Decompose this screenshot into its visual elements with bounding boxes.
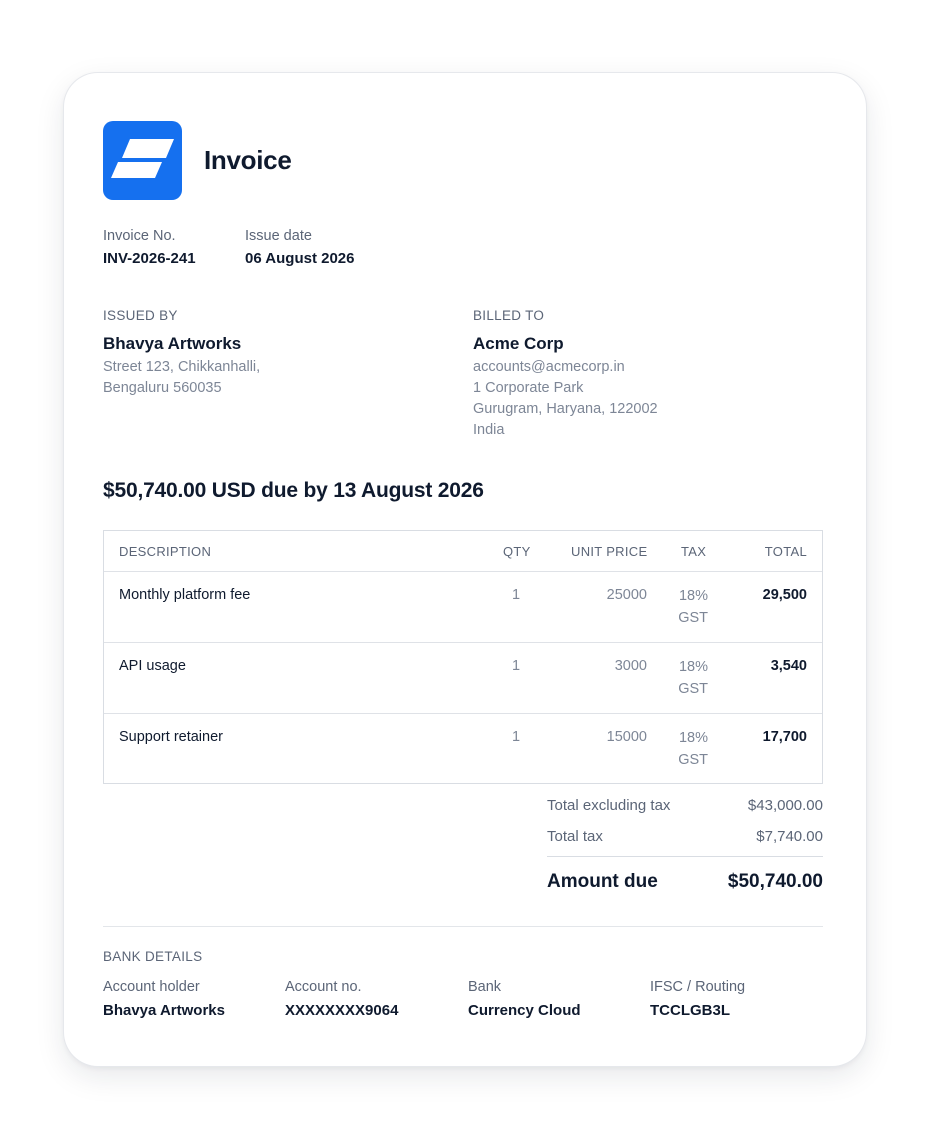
issue-date-label: Issue date: [245, 228, 312, 244]
column-header-unit-price: UNIT PRICE: [571, 544, 648, 559]
line-items-table: DESCRIPTION QTY UNIT PRICE TAX TOTAL Mon…: [103, 530, 823, 784]
issuer-address-line: Street 123, Chikkanhalli,: [103, 359, 261, 375]
table-divider: [104, 642, 822, 643]
account-no-value: XXXXXXXX9064: [285, 1002, 399, 1019]
column-header-tax: TAX: [681, 544, 707, 559]
brand-logo-icon: [103, 121, 182, 200]
client-address-line: 1 Corporate Park: [473, 380, 584, 396]
amount-due-label: Amount due: [547, 871, 658, 892]
summary-divider: [547, 856, 823, 857]
page-title: Invoice: [204, 145, 292, 175]
total-tax-value: $7,740.00: [756, 828, 823, 845]
row-qty: 1: [512, 658, 521, 674]
billed-to-label: BILLED TO: [473, 308, 545, 323]
brand-logo-glyph: [111, 139, 174, 178]
column-header-description: DESCRIPTION: [119, 544, 212, 559]
row-qty: 1: [512, 729, 521, 745]
routing-label: IFSC / Routing: [650, 979, 746, 995]
invoice-card: Invoice Invoice No. INV-2026-241 Issue d…: [64, 73, 866, 1066]
account-no-label: Account no.: [285, 979, 362, 995]
row-unit-price: 3000: [614, 658, 647, 674]
row-unit-price: 15000: [606, 729, 647, 745]
subtotal-label: Total excluding tax: [547, 797, 671, 814]
bank-section-divider: [103, 926, 823, 927]
table-divider: [104, 713, 822, 714]
routing-value: TCCLGB3L: [650, 1002, 730, 1019]
row-tax-rate: 18%: [678, 588, 708, 604]
row-unit-price: 25000: [606, 587, 647, 603]
issued-by-label: ISSUED BY: [103, 308, 178, 323]
client-address-line: Gurugram, Haryana, 122002: [473, 401, 658, 417]
issuer-address-line: Bengaluru 560035: [103, 380, 222, 396]
bank-details-label: BANK DETAILS: [103, 949, 203, 964]
client-address-line: India: [473, 422, 505, 438]
issuer-name: Bhavya Artworks: [103, 334, 242, 353]
row-tax-rate: 18%: [678, 730, 708, 746]
row-description: Monthly platform fee: [119, 587, 251, 603]
bank-name-value: Currency Cloud: [468, 1002, 581, 1019]
subtotal-value: $43,000.00: [747, 797, 823, 814]
row-qty: 1: [512, 587, 521, 603]
row-total: 29,500: [762, 587, 807, 603]
table-divider: [104, 571, 822, 572]
account-holder-label: Account holder: [103, 979, 200, 995]
row-total: 3,540: [770, 658, 807, 674]
invoice-no-label: Invoice No.: [103, 228, 176, 244]
row-tax: 18% GST: [658, 727, 708, 771]
row-tax: 18% GST: [658, 585, 708, 629]
client-name: Acme Corp: [473, 334, 564, 353]
row-description: API usage: [119, 658, 186, 674]
client-email: accounts@acmecorp.in: [473, 359, 625, 375]
account-holder-value: Bhavya Artworks: [103, 1002, 225, 1019]
row-tax-rate: 18%: [678, 659, 708, 675]
invoice-no-value: INV-2026-241: [103, 250, 196, 267]
row-tax-type: GST: [678, 752, 708, 768]
row-total: 17,700: [762, 729, 807, 745]
issue-date-value: 06 August 2026: [245, 250, 355, 267]
row-description: Support retainer: [119, 729, 223, 745]
amount-due-heading: $50,740.00 USD due by 13 August 2026: [103, 479, 484, 502]
column-header-total: TOTAL: [764, 544, 807, 559]
column-header-qty: QTY: [503, 544, 531, 559]
row-tax-type: GST: [678, 681, 708, 697]
amount-due-value: $50,740.00: [727, 871, 823, 892]
row-tax-type: GST: [678, 610, 708, 626]
row-tax: 18% GST: [658, 656, 708, 700]
bank-name-label: Bank: [468, 979, 502, 995]
total-tax-label: Total tax: [547, 828, 603, 845]
